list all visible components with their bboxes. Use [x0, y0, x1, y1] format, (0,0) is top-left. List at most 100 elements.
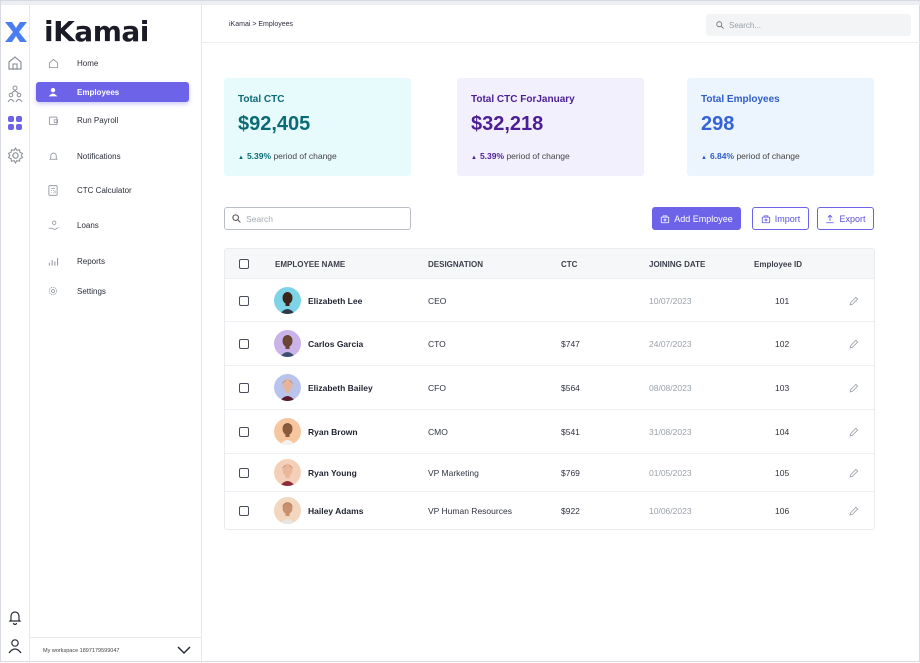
table-row[interactable]: Carlos Garcia CTO $747 24/07/2023 102: [225, 322, 874, 366]
employee-name[interactable]: Ryan Young: [308, 468, 357, 478]
employee-search-input[interactable]: Search: [224, 207, 411, 230]
card-change: ▲ 5.39% period of change: [471, 151, 570, 161]
avatar: [274, 459, 301, 486]
card-value: $92,405: [238, 113, 311, 135]
header: iKamai > Employees Search...: [202, 5, 920, 43]
designation: VP Human Resources: [428, 506, 512, 516]
add-employee-label: Add Employee: [674, 213, 733, 224]
row-checkbox[interactable]: [239, 506, 249, 516]
edit-pencil-icon[interactable]: [848, 468, 859, 479]
column-header-employee-name[interactable]: EMPLOYEE NAME: [275, 260, 345, 269]
stat-card-total-ctc: Total CTC $92,405 ▲ 5.39% period of chang…: [224, 78, 411, 176]
table-row[interactable]: Elizabeth Bailey CFO $564 08/08/2023 103: [225, 366, 874, 410]
row-checkbox[interactable]: [239, 339, 249, 349]
sidebar-item-loans[interactable]: Loans: [36, 215, 189, 235]
sidebar-item-label: Home: [77, 58, 99, 68]
gear-icon: [40, 286, 66, 296]
change-percent: 5.39%: [246, 151, 272, 161]
employees-table: EMPLOYEE NAME DESIGNATION CTC JOINING DA…: [224, 248, 875, 530]
ctc-value: $769: [561, 468, 580, 478]
column-header-designation[interactable]: DESIGNATION: [428, 260, 483, 269]
row-checkbox[interactable]: [239, 427, 249, 437]
profile-icon[interactable]: [7, 638, 23, 654]
sidebar-item-notifications[interactable]: Notifications: [36, 146, 189, 166]
search-placeholder: Search: [246, 213, 273, 224]
column-header-employee-id[interactable]: Employee ID: [754, 260, 802, 269]
change-percent: 5.39%: [479, 151, 505, 161]
edit-pencil-icon[interactable]: [848, 296, 859, 307]
card-value: $32,218: [471, 113, 544, 135]
column-header-joining-date[interactable]: JOINING DATE: [649, 260, 705, 269]
card-title: Total Employees: [701, 94, 780, 105]
home-icon: [40, 58, 66, 69]
export-button[interactable]: Export: [817, 207, 874, 230]
table-row[interactable]: Hailey Adams VP Human Resources $922 10/06/…: [225, 492, 874, 530]
brand-logo-icon[interactable]: [4, 21, 28, 43]
import-button[interactable]: Import: [752, 207, 809, 230]
home-icon[interactable]: [7, 55, 23, 71]
wallet-icon: [40, 115, 66, 126]
ctc-value: $922: [561, 506, 580, 516]
edit-pencil-icon[interactable]: [848, 339, 859, 350]
avatar: [274, 330, 301, 357]
employee-name[interactable]: Elizabeth Lee: [308, 296, 362, 306]
ctc-value: $541: [561, 427, 580, 437]
add-employee-button[interactable]: Add Employee: [652, 207, 741, 230]
designation: VP Marketing: [428, 468, 479, 478]
sidebar-item-label: Reports: [77, 256, 106, 266]
chevron-down-icon: [177, 646, 191, 655]
change-text: period of change: [736, 151, 800, 161]
row-checkbox[interactable]: [239, 296, 249, 306]
card-change: ▲ 5.39% period of change: [238, 151, 337, 161]
apps-grid-icon[interactable]: [7, 115, 23, 131]
joining-date: 10/06/2023: [649, 506, 692, 516]
sidebar-item-run-payroll[interactable]: Run Payroll: [36, 110, 189, 130]
column-header-ctc[interactable]: CTC: [561, 260, 577, 269]
employee-name[interactable]: Hailey Adams: [308, 506, 363, 516]
ctc-value: $747: [561, 339, 580, 349]
sidebar-item-home[interactable]: Home: [36, 53, 189, 73]
edit-pencil-icon[interactable]: [848, 383, 859, 394]
card-title: Total CTC: [238, 94, 285, 105]
row-checkbox[interactable]: [239, 383, 249, 393]
brand-name: iKamai: [44, 15, 149, 48]
upload-icon: [826, 214, 835, 223]
sidebar-item-employees[interactable]: Employees: [36, 82, 189, 102]
sidebar-item-ctc-calculator[interactable]: CTC Calculator: [36, 180, 189, 200]
table-row[interactable]: Ryan Brown CMO $541 31/08/2023 104: [225, 410, 874, 454]
global-search-input[interactable]: Search...: [706, 14, 911, 36]
sidebar-item-label: Notifications: [77, 151, 121, 161]
table-row[interactable]: Ryan Young VP Marketing $769 01/05/2023 105: [225, 454, 874, 492]
workspace-label: My workspace 1897179599047: [43, 647, 120, 654]
icon-rail: [1, 5, 30, 663]
employee-name[interactable]: Ryan Brown: [308, 427, 358, 437]
employee-id: 103: [775, 383, 790, 393]
settings-gear-icon[interactable]: [7, 147, 24, 164]
workspace-switcher[interactable]: My workspace 1897179599047: [30, 637, 201, 663]
breadcrumb: iKamai > Employees: [229, 21, 294, 28]
up-triangle-icon: ▲: [238, 155, 244, 161]
user-icon: [40, 87, 66, 97]
designation: CTO: [428, 339, 446, 349]
employee-name[interactable]: Elizabeth Bailey: [308, 383, 373, 393]
edit-pencil-icon[interactable]: [848, 427, 859, 438]
export-label: Export: [839, 213, 866, 224]
employee-id: 104: [775, 427, 790, 437]
edit-pencil-icon[interactable]: [848, 506, 859, 517]
table-row[interactable]: Elizabeth Lee CEO 10/07/2023 101: [225, 279, 874, 322]
sidebar: iKamai Home Employees Run Payroll Notifi…: [30, 5, 202, 663]
notification-bell-icon[interactable]: [7, 609, 23, 625]
sidebar-item-settings[interactable]: Settings: [36, 281, 189, 301]
employee-id: 105: [775, 468, 790, 478]
team-icon[interactable]: [7, 85, 23, 103]
sidebar-item-label: Loans: [77, 220, 99, 230]
sidebar-item-label: Run Payroll: [77, 115, 119, 125]
row-checkbox[interactable]: [239, 468, 249, 478]
sidebar-item-reports[interactable]: Reports: [36, 251, 189, 271]
select-all-checkbox[interactable]: [239, 259, 249, 269]
change-percent: 6.84%: [709, 151, 735, 161]
employee-name[interactable]: Carlos Garcia: [308, 339, 363, 349]
up-triangle-icon: ▲: [701, 155, 707, 161]
change-text: period of change: [506, 151, 570, 161]
table-header: EMPLOYEE NAME DESIGNATION CTC JOINING DA…: [225, 249, 874, 279]
